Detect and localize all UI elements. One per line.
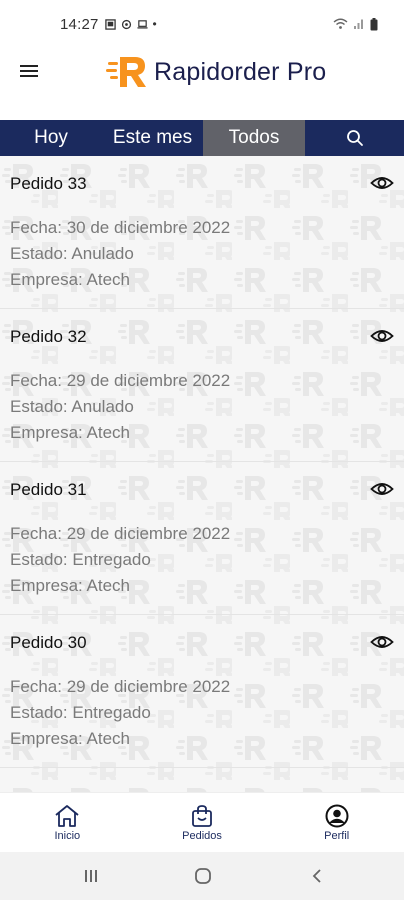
status-dot: • <box>152 17 157 31</box>
order-title: Pedido 31 <box>10 480 87 499</box>
eye-icon <box>370 330 394 342</box>
order-fecha: Fecha: 29 de diciembre 2022 <box>10 677 231 696</box>
order-card[interactable]: Pedido 32 Fecha: 29 de diciembre 2022 Es… <box>0 309 404 462</box>
nav-item-perfil[interactable]: Perfil <box>269 793 404 852</box>
order-fecha: Fecha: 30 de diciembre 2022 <box>10 218 231 237</box>
signal-icon <box>354 19 363 29</box>
order-estado: Estado: Anulado <box>10 397 134 416</box>
order-fecha: Fecha: 29 de diciembre 2022 <box>10 371 231 390</box>
order-empresa: Empresa: Atech <box>10 576 131 595</box>
order-empresa: Empresa: Atech <box>10 729 131 748</box>
home-system-button[interactable] <box>193 866 213 886</box>
order-title: Pedido 30 <box>10 633 87 652</box>
user-circle-icon <box>325 804 349 827</box>
recent-apps-icon <box>85 870 97 882</box>
wifi-icon <box>333 18 348 29</box>
nav-item-pedidos[interactable]: Pedidos <box>135 793 270 852</box>
view-order-button[interactable] <box>370 174 394 192</box>
back-chevron-icon <box>312 869 321 883</box>
tab-hoy[interactable]: Hoy <box>0 120 102 156</box>
menu-button[interactable] <box>16 58 42 84</box>
status-system-icons <box>333 17 378 31</box>
eye-icon <box>370 483 394 495</box>
nav-item-inicio[interactable]: Inicio <box>0 793 135 852</box>
order-card[interactable]: Pedido 33 Fecha: 30 de diciembre 2022 Es… <box>0 156 404 309</box>
filter-tabs: Hoy Este mes Todos <box>0 120 404 156</box>
home-circle-icon <box>195 868 211 884</box>
nav-label: Inicio <box>54 829 81 842</box>
order-title: Pedido 32 <box>10 327 87 346</box>
shopping-bag-icon <box>192 804 212 827</box>
tab-todos[interactable]: Todos <box>203 120 305 156</box>
home-icon <box>55 804 79 827</box>
hamburger-icon <box>20 65 38 77</box>
search-button[interactable] <box>305 120 404 156</box>
rapidorder-r-logo-icon <box>106 57 146 87</box>
system-navigation-bar <box>0 852 404 900</box>
gallery-notification-icon <box>104 18 116 30</box>
order-fecha: Fecha: 29 de diciembre 2022 <box>10 524 231 543</box>
order-card[interactable]: Pedido 30 Fecha: 29 de diciembre 2022 Es… <box>0 615 404 768</box>
battery-icon <box>370 17 378 30</box>
orders-list[interactable]: Pedido 33 Fecha: 30 de diciembre 2022 Es… <box>0 156 404 792</box>
order-title: Pedido 33 <box>10 174 87 193</box>
view-order-button[interactable] <box>370 327 394 345</box>
order-card[interactable]: Pedido 31 Fecha: 29 de diciembre 2022 Es… <box>0 462 404 615</box>
view-order-button[interactable] <box>370 480 394 498</box>
order-estado: Estado: Entregado <box>10 550 151 569</box>
app-logo: Rapidorder Pro <box>106 52 326 92</box>
nav-label: Perfil <box>324 829 350 842</box>
search-icon <box>346 130 363 146</box>
view-order-button[interactable] <box>370 633 394 651</box>
tab-este-mes[interactable]: Este mes <box>102 120 203 156</box>
order-empresa: Empresa: Atech <box>10 423 131 442</box>
status-bar: 14:27 • <box>0 0 404 48</box>
eye-icon <box>370 636 394 648</box>
app-header: Rapidorder Pro <box>0 48 404 96</box>
settings-notification-icon <box>121 19 131 29</box>
status-time: 14:27 <box>60 15 99 33</box>
recent-apps-button[interactable] <box>81 866 101 886</box>
order-estado: Estado: Entregado <box>10 703 151 722</box>
order-estado: Estado: Anulado <box>10 244 134 263</box>
order-empresa: Empresa: Atech <box>10 270 131 289</box>
nav-label: Pedidos <box>182 829 222 842</box>
back-button[interactable] <box>307 866 327 886</box>
status-notification-icons: • <box>104 17 157 31</box>
eye-icon <box>370 177 394 189</box>
bottom-navigation: Inicio Pedidos Perfil <box>0 792 404 852</box>
app-name: Rapidorder Pro <box>154 57 327 86</box>
laptop-notification-icon <box>137 19 148 29</box>
